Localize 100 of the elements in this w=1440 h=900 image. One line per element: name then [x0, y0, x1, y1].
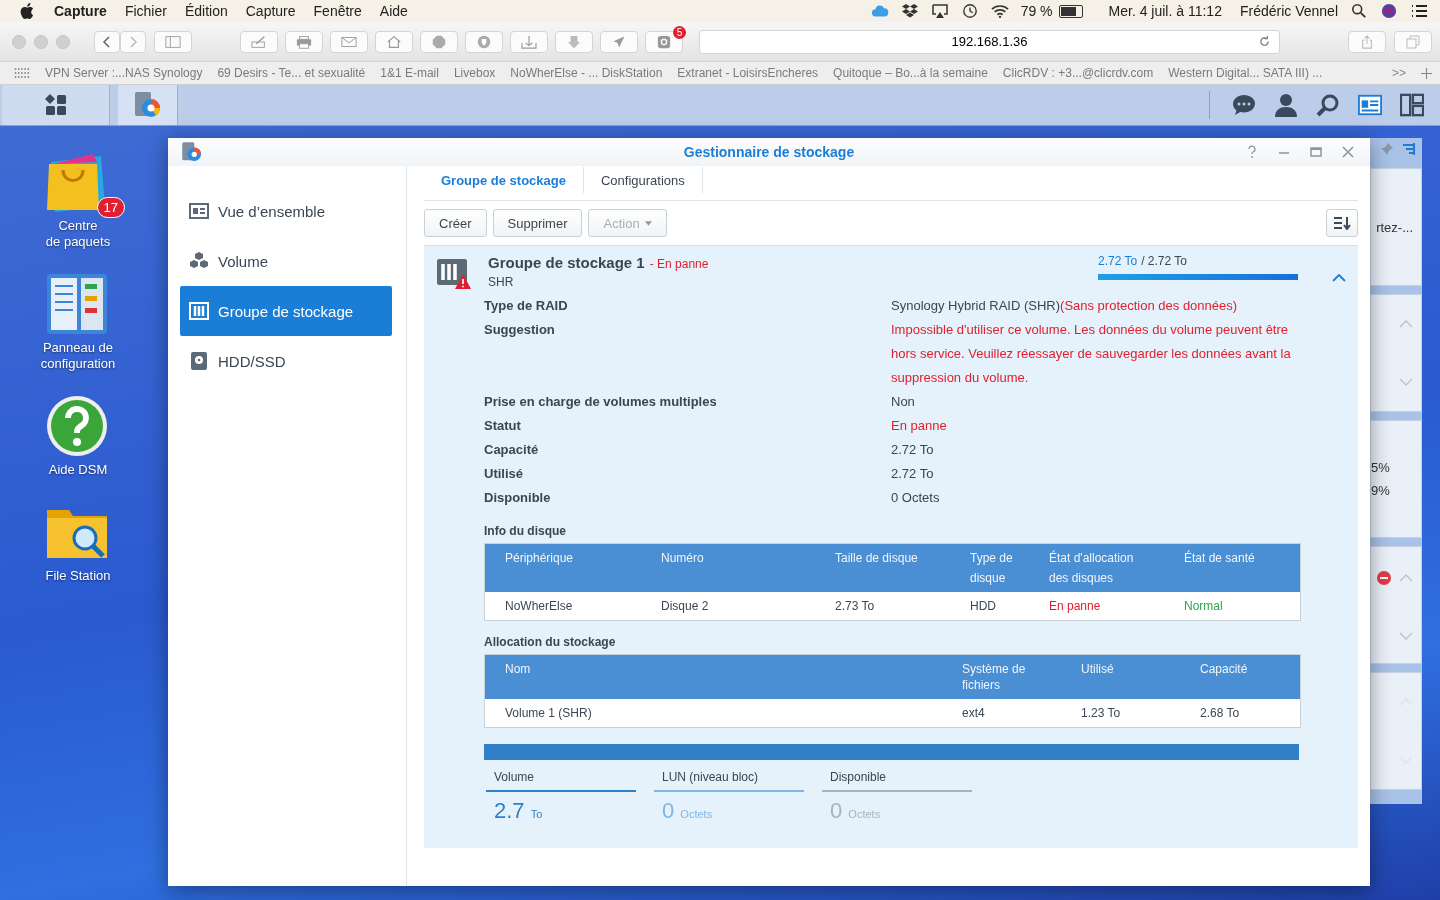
back-button[interactable]: [94, 30, 120, 53]
menu-item[interactable]: Édition: [184, 3, 228, 19]
detail-label: Suggestion: [484, 321, 556, 339]
column-header[interactable]: Numéro: [641, 544, 815, 592]
app-menu[interactable]: Capture: [54, 3, 107, 19]
menu-item[interactable]: Capture: [245, 3, 296, 19]
column-header[interactable]: Taille de disque: [815, 544, 950, 592]
column-header[interactable]: Système de fichiers: [942, 655, 1061, 699]
sidebar-item[interactable]: HDD/SSD: [180, 336, 392, 386]
sidebar-button[interactable]: [154, 30, 192, 53]
detail-value: Non: [891, 393, 916, 411]
bookmark-link[interactable]: 69 Desirs - Te... et sexualité: [217, 66, 366, 80]
minimize-light[interactable]: [34, 34, 48, 49]
detail-label: Statut: [484, 417, 522, 435]
toolbar-button[interactable]: Créer: [424, 209, 487, 237]
tabs-button[interactable]: [1394, 30, 1432, 53]
close-light[interactable]: [12, 34, 26, 49]
help-icon[interactable]: [1246, 145, 1258, 159]
desktop-icon-label[interactable]: Centre de paquets: [45, 218, 111, 250]
adblock-button[interactable]: [420, 30, 458, 53]
address-field[interactable]: 192.168.1.36: [699, 29, 1280, 54]
search-icon[interactable]: [1316, 93, 1340, 117]
search-icon[interactable]: [1350, 3, 1368, 19]
main-menu-button[interactable]: [2, 85, 110, 125]
chevron-up-icon[interactable]: [1332, 274, 1346, 282]
section-title: Allocation du stockage: [484, 635, 617, 649]
storage-app-icon: [180, 140, 204, 164]
detail-label: Disponible: [484, 489, 552, 507]
battery-icon[interactable]: [1058, 4, 1083, 18]
reload-icon[interactable]: [1258, 35, 1271, 48]
close-icon[interactable]: [1342, 145, 1354, 159]
widget-menu-icon[interactable]: [1402, 142, 1416, 156]
home-button[interactable]: [375, 30, 413, 53]
toolbar-button[interactable]: Supprimer: [492, 209, 583, 237]
sidebar-item[interactable]: Vue d’ensemble: [180, 186, 392, 236]
table-cell-text: NoWherElse: [504, 598, 574, 615]
column-header[interactable]: État d'allocation des disques: [1029, 544, 1164, 592]
menu-item[interactable]: Aide: [379, 3, 408, 19]
layout-icon[interactable]: [1400, 93, 1424, 117]
shield-button[interactable]: [465, 30, 503, 53]
tray-button[interactable]: [510, 30, 548, 53]
sidebar-item[interactable]: Groupe de stockage: [180, 286, 392, 336]
more-bookmarks[interactable]: >>: [1392, 66, 1406, 80]
chevron-down-icon[interactable]: [1399, 631, 1413, 640]
plus-icon[interactable]: [1421, 67, 1432, 79]
tab[interactable]: Configurations: [584, 167, 703, 193]
maximize-icon[interactable]: [1310, 145, 1322, 159]
clock-icon[interactable]: [960, 3, 979, 19]
wifi-icon[interactable]: [990, 3, 1009, 19]
download-button[interactable]: [555, 30, 593, 53]
desktop-icon-label[interactable]: File Station: [45, 568, 111, 584]
clock-text[interactable]: Mer. 4 juil. à 11:12: [1108, 3, 1222, 19]
chevron-up-icon[interactable]: [1399, 573, 1413, 582]
cloud-icon[interactable]: [870, 3, 889, 19]
tabs-icon: [1405, 34, 1421, 49]
bookmark-link[interactable]: NoWherElse - ... DiskStation: [510, 66, 663, 80]
bookmark-link[interactable]: VPN Server :...NAS Synology: [45, 66, 203, 80]
column-header[interactable]: Utilisé: [1061, 655, 1180, 699]
chevron-up-icon[interactable]: [1399, 320, 1413, 328]
menu-item[interactable]: Fichier: [124, 3, 167, 19]
pencil-button[interactable]: [240, 30, 278, 53]
menu-item[interactable]: Fenêtre: [313, 3, 362, 19]
control-panel-icon[interactable]: [45, 272, 109, 336]
column-header[interactable]: Capacité: [1180, 655, 1300, 699]
id-card-icon[interactable]: [1358, 93, 1382, 117]
box-icon[interactable]: [900, 3, 919, 19]
sort-button[interactable]: [1326, 209, 1358, 237]
bookmark-link[interactable]: Livebox: [453, 66, 496, 80]
mail-button[interactable]: [330, 30, 368, 53]
grid-icon[interactable]: [14, 67, 30, 79]
zoom-light[interactable]: [56, 34, 70, 49]
chevron-down-icon[interactable]: [1399, 378, 1413, 386]
list-icon[interactable]: [1410, 3, 1428, 19]
user-icon[interactable]: [1274, 93, 1298, 117]
apple-icon[interactable]: [20, 3, 34, 19]
bookmark-link[interactable]: Western Digital... SATA III) ...: [1168, 66, 1323, 80]
question-icon[interactable]: [45, 394, 109, 458]
storage-app-button[interactable]: [118, 85, 178, 125]
chat-icon[interactable]: [1232, 93, 1256, 117]
column-header[interactable]: Périphérique: [485, 544, 641, 592]
tab[interactable]: Groupe de stockage: [424, 167, 584, 193]
bookmark-link[interactable]: Extranet - LoisirsEncheres: [677, 66, 819, 80]
screen-icon[interactable]: [930, 3, 949, 19]
desktop-icon-label[interactable]: Aide DSM: [48, 462, 108, 478]
desktop-icon-label[interactable]: Panneau de configuration: [40, 340, 116, 372]
pin-icon[interactable]: [1380, 142, 1394, 156]
print-button[interactable]: [285, 30, 323, 53]
plane-button[interactable]: [600, 30, 638, 53]
column-header[interactable]: État de santé: [1164, 544, 1300, 592]
storage-pool-icon: [189, 301, 209, 321]
user-name[interactable]: Frédéric Vennel: [1239, 3, 1338, 19]
column-header[interactable]: Nom: [485, 655, 942, 699]
forward-button[interactable]: [120, 30, 146, 53]
bookmark-link[interactable]: Quitoque – Bo...à la semaine: [833, 66, 988, 80]
bookmark-link[interactable]: ClicRDV : +3...@clicrdv.com: [1002, 66, 1154, 80]
bookmark-link[interactable]: 1&1 E-mail: [380, 66, 439, 80]
table-cell-text: 1.23 To: [1080, 705, 1122, 722]
column-header[interactable]: Type de disque: [950, 544, 1029, 592]
share-button[interactable]: [1348, 30, 1386, 53]
sidebar-item[interactable]: Volume: [180, 236, 392, 286]
